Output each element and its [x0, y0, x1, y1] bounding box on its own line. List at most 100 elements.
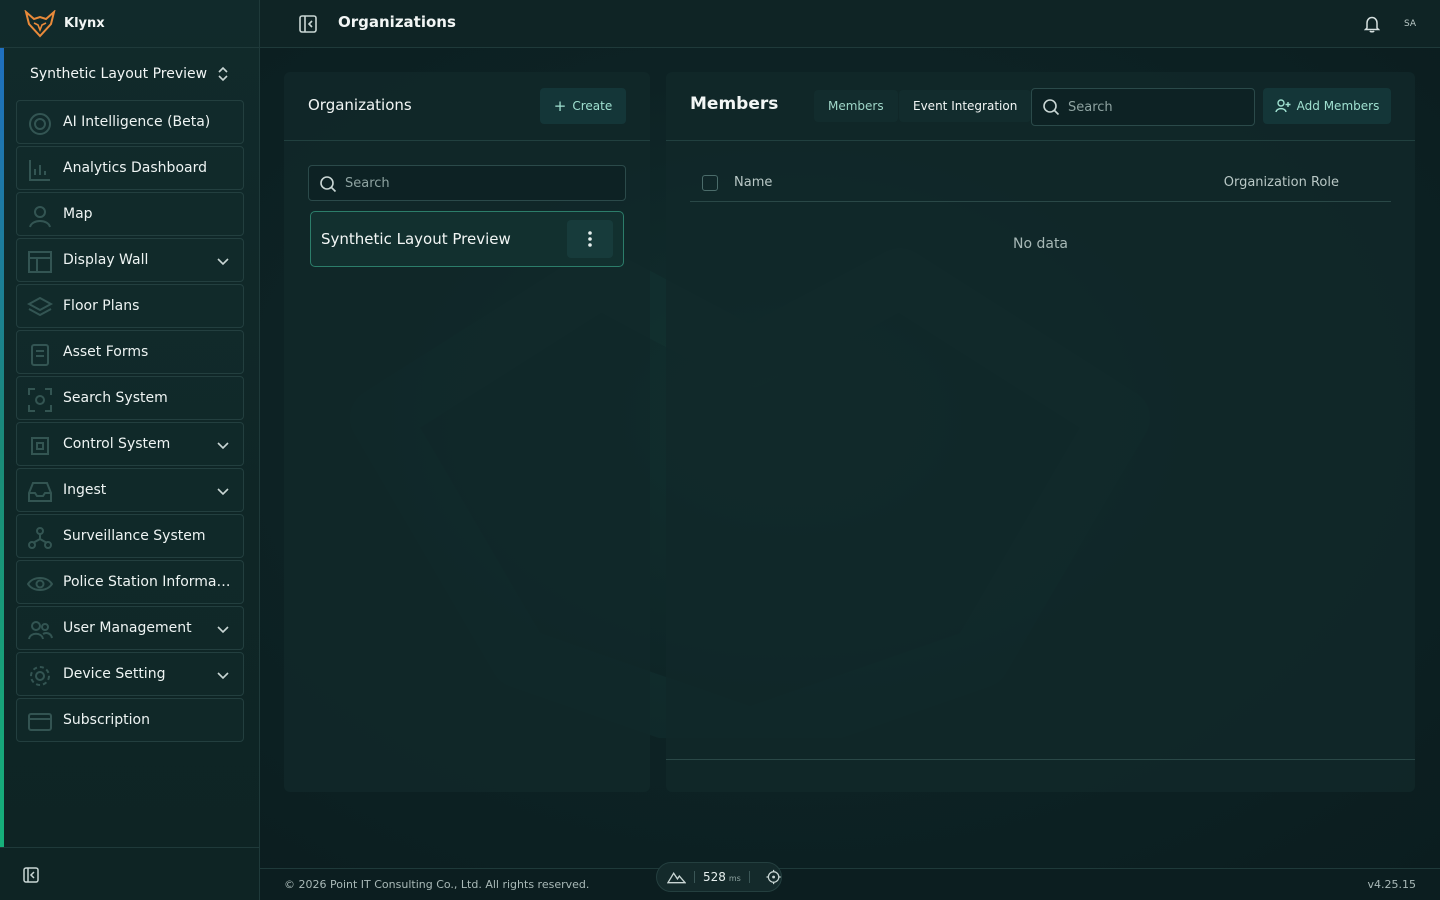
create-organization-button[interactable]: + Create [540, 88, 626, 124]
sidebar-item-label: Device Setting [63, 666, 166, 682]
members-panel-header: Members Members Event Integration Add Me… [666, 72, 1415, 141]
main-content: Organizations + Create Synthetic Layout … [260, 48, 1440, 868]
sidebar-collapse-icon[interactable] [22, 866, 40, 884]
sidebar-item-label: Asset Forms [63, 344, 149, 360]
sidebar-item-ingest[interactable]: Ingest [16, 468, 244, 512]
latency-value: 528 [702, 870, 726, 884]
sidebar-item-ai-intelligence[interactable]: AI Intelligence (Beta) [16, 100, 244, 144]
search-icon [1043, 99, 1060, 116]
mountain-icon [667, 871, 687, 884]
organizations-panel-title: Organizations [308, 96, 412, 114]
app-root: Klynx Synthetic Layout Preview AI Intell… [0, 0, 1440, 900]
sidebar-item-label: Search System [63, 390, 168, 406]
sidebar-item-label: Ingest [63, 482, 107, 498]
organizations-panel: Organizations + Create Synthetic Layout … [284, 72, 650, 792]
top-header: Organizations SA [260, 0, 1440, 48]
organization-switcher-label: Synthetic Layout Preview [30, 66, 208, 82]
organization-list-item[interactable]: Synthetic Layout Preview [310, 211, 624, 267]
sidebar-item-label: Surveillance System [63, 528, 206, 544]
add-members-label: Add Members [1296, 99, 1380, 113]
members-panel-title: Members [690, 94, 779, 114]
sidebar-item-analytics-dashboard[interactable]: Analytics Dashboard [16, 146, 244, 190]
layers-icon [27, 296, 53, 317]
member-search [1031, 88, 1255, 126]
version-text: v4.25.15 [1367, 878, 1417, 891]
sidebar-item-map[interactable]: Map [16, 192, 244, 236]
sidebar-footer [0, 847, 260, 900]
crosshair-icon[interactable] [766, 869, 781, 885]
brand[interactable]: Klynx [0, 0, 260, 48]
scan-icon [28, 388, 52, 412]
sidebar-item-label: Control System [63, 436, 171, 452]
tab-event-integration[interactable]: Event Integration [899, 90, 1032, 122]
network-icon [28, 527, 52, 549]
sidebar-item-label: User Management [63, 620, 192, 636]
chevron-down-icon [217, 488, 229, 496]
empty-state: No data [1012, 236, 1069, 252]
analytics-icon [29, 160, 50, 181]
sidebar-item-user-management[interactable]: User Management [16, 606, 244, 650]
members-table-header: Name Organization Role [690, 166, 1391, 202]
sidebar-item-control-system[interactable]: Control System [16, 422, 244, 466]
sidebar-nav: AI Intelligence (Beta) Analytics Dashboa… [16, 100, 244, 744]
plus-icon: + [553, 97, 567, 115]
sidebar-item-search-system[interactable]: Search System [16, 376, 244, 420]
sidebar-item-police-station-information[interactable]: Police Station Information [16, 560, 244, 604]
layout-icon [28, 251, 52, 273]
inbox-icon [28, 482, 52, 502]
panel-toggle-icon[interactable] [298, 14, 318, 34]
sidebar-item-label: Analytics Dashboard [63, 160, 207, 176]
sidebar-item-subscription[interactable]: Subscription [16, 698, 244, 742]
sidebar-item-label: Floor Plans [63, 298, 140, 314]
chevron-down-icon [217, 258, 229, 266]
column-header-name[interactable]: Name [734, 175, 772, 190]
chevron-down-icon [217, 672, 229, 680]
sidebar-item-label: Police Station Information [63, 574, 233, 590]
organization-more-button[interactable] [567, 220, 613, 258]
organization-switcher[interactable]: Synthetic Layout Preview [16, 56, 244, 92]
sidebar-item-floor-plans[interactable]: Floor Plans [16, 284, 244, 328]
organization-name: Synthetic Layout Preview [321, 230, 511, 248]
fox-logo-icon [24, 9, 56, 37]
chevron-up-down-icon [218, 66, 228, 82]
sidebar-item-label: AI Intelligence (Beta) [63, 114, 211, 130]
sidebar-item-label: Display Wall [63, 252, 149, 268]
sidebar: Klynx Synthetic Layout Preview AI Intell… [0, 0, 260, 900]
page-footer: © 2026 Point IT Consulting Co., Ltd. All… [260, 862, 1440, 900]
sidebar-item-device-setting[interactable]: Device Setting [16, 652, 244, 696]
member-search-input[interactable] [1068, 89, 1254, 125]
chevron-down-icon [217, 626, 229, 634]
select-all-checkbox[interactable] [702, 175, 718, 191]
more-vertical-icon [588, 231, 592, 247]
eye-icon [27, 577, 53, 591]
tab-members[interactable]: Members [814, 90, 898, 122]
page-title: Organizations [338, 13, 456, 31]
divider [748, 871, 750, 883]
users-icon [28, 621, 53, 640]
ai-target-icon [29, 113, 51, 135]
organization-search-input[interactable] [345, 166, 625, 200]
chevron-down-icon [217, 442, 229, 450]
sidebar-item-surveillance-system[interactable]: Surveillance System [16, 514, 244, 558]
column-header-organization-role[interactable]: Organization Role [1224, 175, 1339, 190]
organization-search [308, 165, 626, 201]
cpu-icon [31, 437, 49, 455]
members-panel: Members Members Event Integration Add Me… [666, 72, 1415, 792]
avatar[interactable]: SA [1398, 14, 1422, 34]
latency-widget[interactable]: 528 ms [656, 862, 782, 892]
user-plus-icon [1274, 99, 1291, 113]
sidebar-item-display-wall[interactable]: Display Wall [16, 238, 244, 282]
organizations-panel-header: Organizations + Create [284, 72, 650, 141]
sidebar-item-asset-forms[interactable]: Asset Forms [16, 330, 244, 374]
copyright-text: © 2026 Point IT Consulting Co., Ltd. All… [284, 878, 590, 891]
sidebar-accent-bar [0, 48, 4, 848]
sidebar-item-label: Subscription [63, 712, 150, 728]
sidebar-item-label: Map [63, 206, 93, 222]
latency-unit: ms [728, 873, 741, 883]
bell-icon[interactable] [1364, 15, 1380, 33]
clipboard-icon [31, 344, 49, 366]
card-icon [28, 713, 52, 731]
add-members-button[interactable]: Add Members [1263, 88, 1391, 124]
brand-name: Klynx [64, 16, 105, 31]
gear-icon [30, 666, 50, 686]
